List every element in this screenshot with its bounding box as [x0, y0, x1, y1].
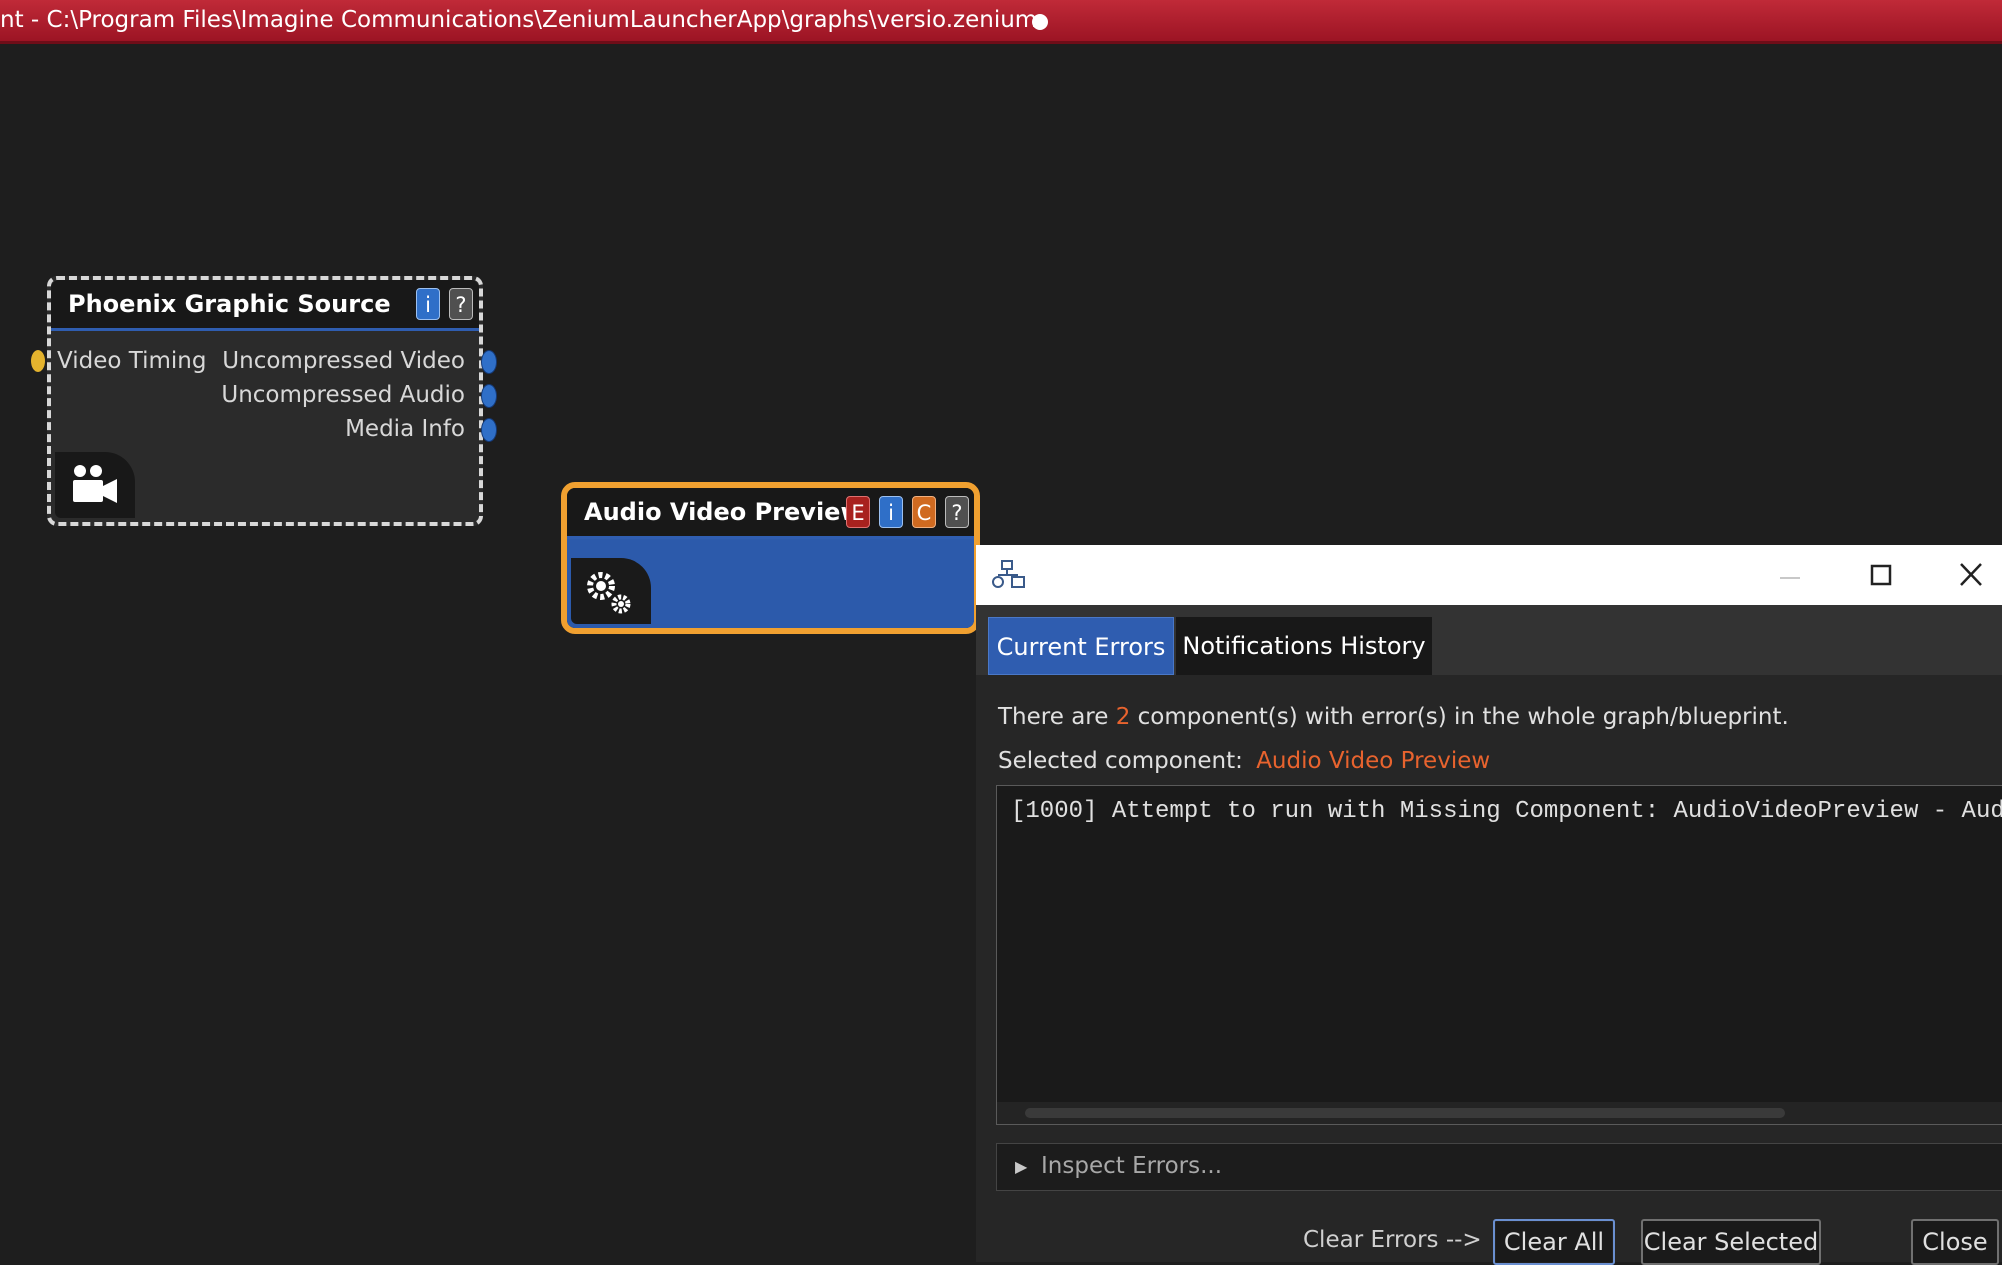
tab-notifications-history[interactable]: Notifications History [1176, 617, 1432, 675]
inspect-errors-expander[interactable]: ▶ Inspect Errors... [996, 1143, 2002, 1191]
close-icon [1960, 563, 1982, 586]
horizontal-scrollbar[interactable] [997, 1102, 2002, 1124]
info-badge[interactable]: i [416, 288, 440, 320]
maximize-button[interactable] [1860, 557, 1900, 593]
gears-icon [587, 572, 631, 614]
error-log-line[interactable]: [1000] Attempt to run with Missing Compo… [1011, 798, 2002, 825]
summary-suffix: component(s) with error(s) in the whole … [1137, 704, 1789, 730]
port-label-uncompressed-audio: Uncompressed Audio [221, 382, 465, 408]
dialog-titlebar[interactable] [976, 545, 2002, 605]
output-port-media-info[interactable] [481, 418, 497, 442]
tab-bar: Current Errors Notifications History [976, 605, 2002, 675]
node-header[interactable]: Phoenix Graphic Source i ? [51, 280, 479, 331]
config-badge[interactable]: C [912, 496, 936, 528]
node-icon-tab [571, 558, 651, 624]
node-phoenix-graphic-source[interactable]: Phoenix Graphic Source i ? Video Timing … [31, 276, 497, 526]
window-titlebar: nt - C:\Program Files\Imagine Communicat… [0, 0, 2002, 44]
port-label-media-info: Media Info [345, 416, 465, 442]
clear-all-button[interactable]: Clear All [1493, 1219, 1615, 1265]
error-summary: There are 2 component(s) with error(s) i… [998, 704, 1789, 730]
errors-dialog: Current Errors Notifications History The… [976, 545, 2002, 1265]
unsaved-indicator [1032, 14, 1048, 30]
node-header[interactable]: Audio Video Preview E i C ? [567, 488, 974, 539]
info-badge[interactable]: i [879, 496, 903, 528]
port-label-video-timing: Video Timing [57, 348, 207, 374]
selected-component-label: Selected component: [998, 748, 1243, 774]
clear-errors-label: Clear Errors --> [1303, 1227, 1482, 1253]
help-badge[interactable]: ? [945, 496, 969, 528]
minimize-icon [1780, 577, 1800, 579]
expand-triangle-icon: ▶ [1015, 1157, 1028, 1176]
error-badge[interactable]: E [846, 496, 870, 528]
camera-icon [73, 465, 117, 503]
clear-selected-button[interactable]: Clear Selected [1641, 1219, 1821, 1265]
port-label-uncompressed-video: Uncompressed Video [222, 348, 465, 374]
help-badge[interactable]: ? [449, 288, 473, 320]
node-icon-tab [55, 452, 135, 518]
summary-prefix: There are [998, 704, 1109, 730]
maximize-icon [1870, 564, 1892, 586]
window-title: nt - C:\Program Files\Imagine Communicat… [0, 7, 1038, 33]
close-window-button[interactable] [1951, 557, 1991, 593]
input-port-video-timing[interactable] [31, 350, 45, 372]
selected-component-value: Audio Video Preview [1256, 748, 1491, 774]
close-button[interactable]: Close [1911, 1219, 1999, 1265]
node-title: Audio Video Preview [584, 498, 863, 526]
graph-icon [992, 560, 1025, 588]
scrollbar-thumb[interactable] [1025, 1108, 1785, 1118]
minimize-button[interactable] [1770, 557, 1810, 593]
selected-component-line: Selected component: Audio Video Preview [998, 748, 1490, 774]
node-audio-video-preview[interactable]: Audio Video Preview E i C ? [561, 482, 980, 634]
error-count: 2 [1115, 704, 1131, 730]
error-log[interactable]: [1000] Attempt to run with Missing Compo… [996, 785, 2002, 1125]
inspect-errors-label: Inspect Errors... [1041, 1153, 1223, 1179]
output-port-uncompressed-video[interactable] [481, 350, 497, 374]
output-port-uncompressed-audio[interactable] [481, 384, 497, 408]
tab-current-errors[interactable]: Current Errors [988, 617, 1174, 675]
node-title: Phoenix Graphic Source [68, 290, 391, 318]
